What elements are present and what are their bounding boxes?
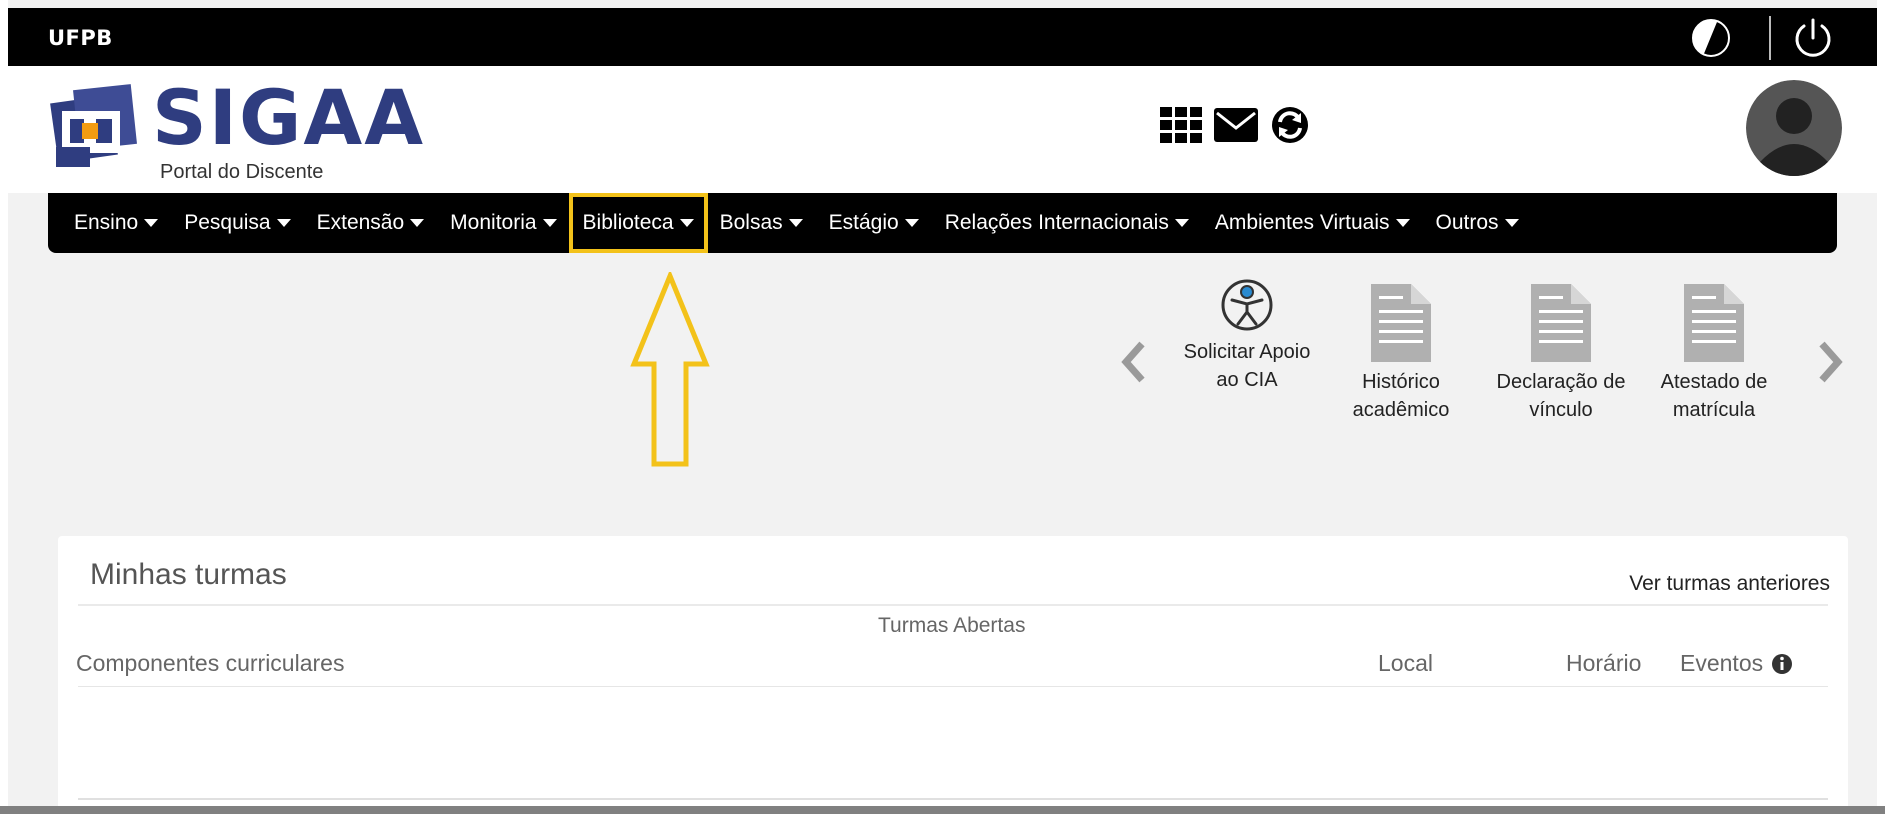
- document-icon: [1531, 284, 1591, 362]
- document-icon: [1371, 284, 1431, 362]
- menu-label: Extensão: [316, 211, 405, 234]
- divider: [78, 686, 1828, 687]
- menu-label: Relações Internacionais: [944, 211, 1169, 234]
- caret-down-icon: [1174, 219, 1189, 227]
- caret-down-icon: [1504, 219, 1519, 227]
- menu-label: Monitoria: [450, 211, 537, 234]
- header: SIGAA Portal do Discente: [8, 66, 1877, 193]
- quick-access-line2: ao CIA: [1216, 369, 1278, 391]
- caret-down-icon: [276, 219, 291, 227]
- turmas-panel: Minhas turmas Ver turmas anteriores Turm…: [58, 536, 1848, 814]
- accessibility-icon: [1221, 279, 1273, 331]
- menu-label: Bolsas: [719, 211, 783, 234]
- quick-access-line1: Solicitar Apoio: [1183, 341, 1311, 363]
- menu-label: Pesquisa: [184, 211, 271, 234]
- divider: [78, 798, 1828, 800]
- menu-item-ambientes-virtuais[interactable]: Ambientes Virtuais: [1215, 211, 1410, 235]
- menu-item-estagio[interactable]: Estágio: [829, 211, 919, 235]
- sigaa-logo-text: SIGAA: [152, 73, 426, 162]
- menu-item-bolsas[interactable]: Bolsas: [720, 211, 803, 235]
- document-icon: [1684, 284, 1744, 362]
- mail-icon[interactable]: [1214, 103, 1258, 147]
- caret-down-icon: [1395, 219, 1410, 227]
- power-icon[interactable]: [1790, 16, 1836, 62]
- quick-access-solicitar-apoio[interactable]: Solicitar Apoio ao CIA: [1172, 278, 1322, 394]
- quick-access-line1: Atestado de: [1660, 371, 1768, 393]
- caret-down-icon: [410, 219, 425, 227]
- menu-item-pesquisa[interactable]: Pesquisa: [184, 211, 291, 235]
- quick-access-declaracao[interactable]: Declaração de vínculo: [1486, 284, 1636, 424]
- info-icon[interactable]: [1771, 653, 1793, 675]
- header-tools: [1160, 102, 1312, 148]
- contrast-icon[interactable]: [1691, 18, 1731, 58]
- sigaa-logo-icon[interactable]: [48, 81, 140, 173]
- open-classes-label: Turmas Abertas: [878, 614, 1026, 637]
- column-header-horario: Horário: [1566, 650, 1642, 676]
- annotation-arrow-icon: [630, 272, 710, 467]
- bottom-scroll-strip: [0, 806, 1885, 814]
- menu-label: Estágio: [828, 211, 899, 234]
- top-bar: UFPB: [8, 8, 1877, 66]
- apps-grid-icon[interactable]: [1160, 103, 1204, 147]
- quick-access-line2: vínculo: [1529, 399, 1593, 421]
- previous-classes-link[interactable]: Ver turmas anteriores: [1629, 572, 1830, 596]
- menu-item-ensino[interactable]: Ensino: [74, 211, 159, 235]
- main-menu: Ensino Pesquisa Extensão Monitoria Bibli…: [48, 193, 1837, 253]
- caret-down-icon: [144, 219, 159, 227]
- menu-label: Ambientes Virtuais: [1214, 211, 1390, 234]
- quick-access-line1: Declaração de: [1496, 371, 1626, 393]
- menu-item-relacoes-internacionais[interactable]: Relações Internacionais: [945, 211, 1189, 235]
- caret-down-icon: [788, 219, 803, 227]
- quick-access-atestado[interactable]: Atestado de matrícula: [1644, 284, 1784, 424]
- menu-item-monitoria[interactable]: Monitoria: [450, 211, 557, 235]
- chevron-left-icon[interactable]: [1118, 338, 1148, 386]
- quick-access-carousel: Solicitar Apoio ao CIA Histórico acadêmi…: [1118, 278, 1843, 458]
- column-header-eventos-label: Eventos: [1680, 650, 1764, 676]
- menu-label: Ensino: [74, 211, 139, 234]
- page-frame: UFPB SIGAA Portal do Discente Ensino Pes…: [0, 0, 1885, 814]
- caret-down-icon: [679, 219, 694, 227]
- menu-label: Outros: [1435, 211, 1499, 234]
- portal-label: Portal do Discente: [160, 161, 324, 183]
- chevron-right-icon[interactable]: [1816, 338, 1846, 386]
- menu-item-outros[interactable]: Outros: [1436, 211, 1519, 235]
- divider: [78, 604, 1828, 606]
- quick-access-line1: Histórico: [1362, 371, 1440, 393]
- sync-icon[interactable]: [1268, 103, 1312, 147]
- quick-access-line2: matrícula: [1672, 399, 1756, 421]
- column-header-local: Local: [1378, 650, 1433, 676]
- caret-down-icon: [904, 219, 919, 227]
- topbar-separator: [1769, 16, 1771, 60]
- column-header-components: Componentes curriculares: [76, 650, 345, 676]
- quick-access-line2: acadêmico: [1352, 399, 1450, 421]
- column-header-eventos: Eventos: [1680, 650, 1793, 677]
- caret-down-icon: [542, 219, 557, 227]
- org-label: UFPB: [48, 26, 113, 50]
- menu-item-biblioteca[interactable]: Biblioteca: [568, 193, 708, 253]
- user-avatar-icon[interactable]: [1746, 80, 1842, 176]
- panel-title: Minhas turmas: [90, 558, 287, 591]
- menu-item-extensao[interactable]: Extensão: [317, 211, 425, 235]
- menu-label: Biblioteca: [582, 211, 674, 234]
- quick-access-historico[interactable]: Histórico acadêmico: [1336, 284, 1466, 424]
